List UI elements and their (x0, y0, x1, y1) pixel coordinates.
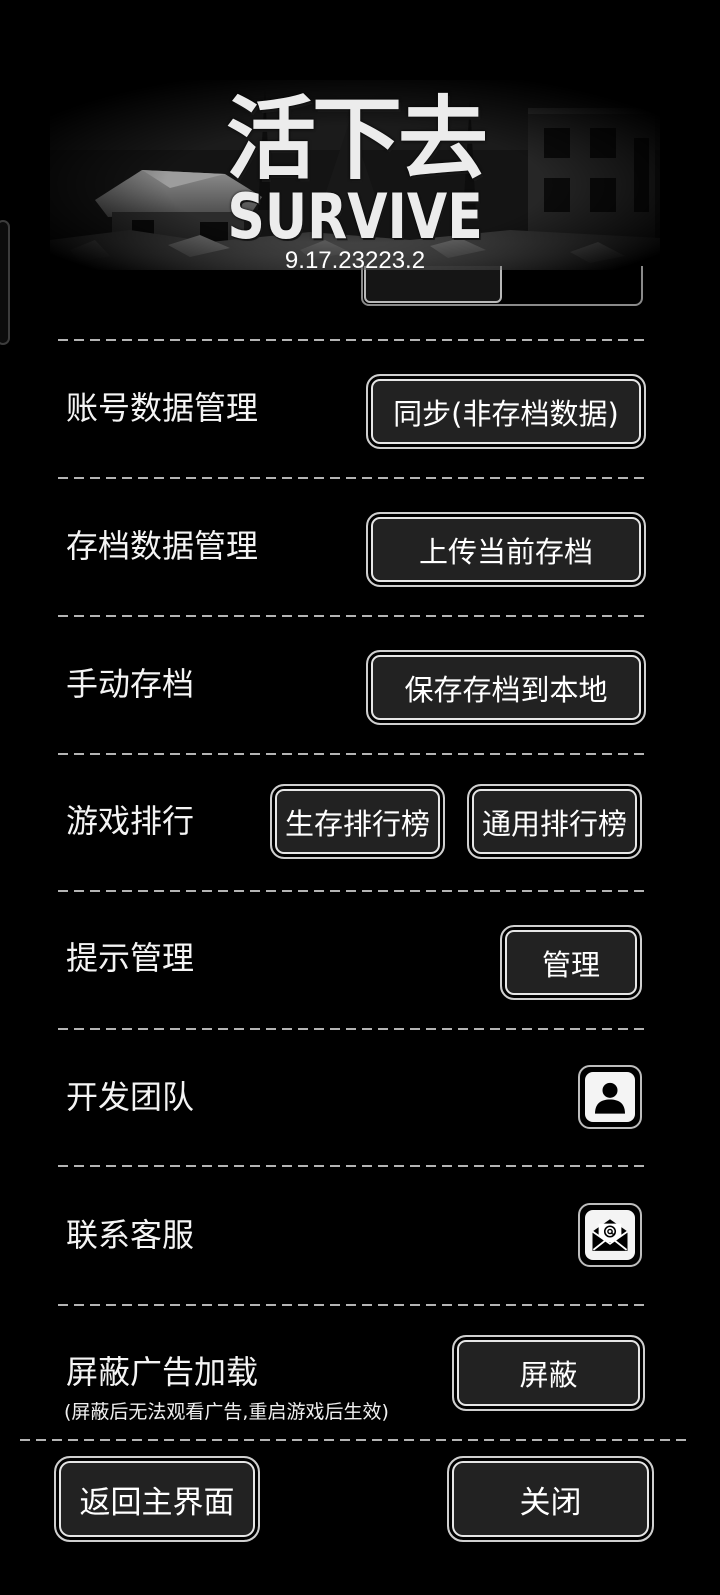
person-icon (595, 1082, 625, 1114)
version-text: 9.17.23223.2 (284, 247, 426, 274)
block-ads-button[interactable]: 屏蔽 (452, 1335, 645, 1411)
survival-leaderboard-button-label: 生存排行榜 (284, 806, 430, 841)
contact-support-button[interactable] (578, 1203, 642, 1267)
block-ads-label: 屏蔽广告加载 (66, 1353, 259, 1391)
divider (58, 890, 650, 892)
dev-team-button[interactable] (578, 1065, 642, 1129)
manage-tips-button-label: 管理 (541, 947, 600, 982)
dev-team-icon-face (585, 1072, 635, 1122)
divider (58, 1304, 650, 1306)
block-ads-note: (屏蔽后无法观看广告,重启游戏后生效) (64, 1401, 389, 1423)
close-button[interactable]: 关闭 (447, 1456, 654, 1542)
save-data-label: 存档数据管理 (66, 527, 259, 565)
game-title: 活下去 (226, 87, 488, 192)
manage-tips-button[interactable]: 管理 (500, 925, 642, 1000)
back-to-main-button-label: 返回主界面 (79, 1484, 235, 1521)
general-leaderboard-button[interactable]: 通用排行榜 (467, 784, 642, 859)
side-drawer-handle[interactable] (0, 220, 10, 345)
divider (58, 753, 650, 755)
save-to-local-button[interactable]: 保存存档到本地 (366, 650, 646, 725)
manual-save-label: 手动存档 (66, 665, 195, 703)
divider (58, 1028, 650, 1030)
back-to-main-button[interactable]: 返回主界面 (54, 1456, 260, 1542)
sync-account-data-button-label: 同步(非存档数据) (393, 396, 619, 431)
header: 活下去 SURVIVE 9.17.23223.2 (0, 0, 720, 274)
upload-save-button-label: 上传当前存档 (418, 534, 593, 569)
tips-label: 提示管理 (66, 939, 195, 977)
divider (58, 339, 650, 341)
mail-icon (591, 1219, 629, 1251)
save-to-local-button-label: 保存存档到本地 (404, 672, 608, 707)
dev-team-label: 开发团队 (66, 1078, 195, 1116)
divider (58, 1165, 650, 1167)
account-data-label: 账号数据管理 (66, 389, 259, 427)
support-icon-face (585, 1210, 635, 1260)
sync-account-data-button[interactable]: 同步(非存档数据) (366, 374, 646, 449)
block-ads-button-label: 屏蔽 (519, 1358, 578, 1392)
support-label: 联系客服 (66, 1216, 195, 1254)
divider (58, 615, 650, 617)
survival-leaderboard-button[interactable]: 生存排行榜 (270, 784, 445, 859)
upload-save-button[interactable]: 上传当前存档 (366, 512, 646, 587)
game-subtitle-wrap: SURVIVE (105, 186, 605, 248)
divider (58, 477, 650, 479)
game-subtitle: SURVIVE (227, 180, 483, 253)
footer-divider (20, 1439, 688, 1441)
general-leaderboard-button-label: 通用排行榜 (481, 806, 627, 841)
close-button-label: 关闭 (519, 1484, 582, 1521)
leaderboard-label: 游戏排行 (66, 802, 195, 840)
